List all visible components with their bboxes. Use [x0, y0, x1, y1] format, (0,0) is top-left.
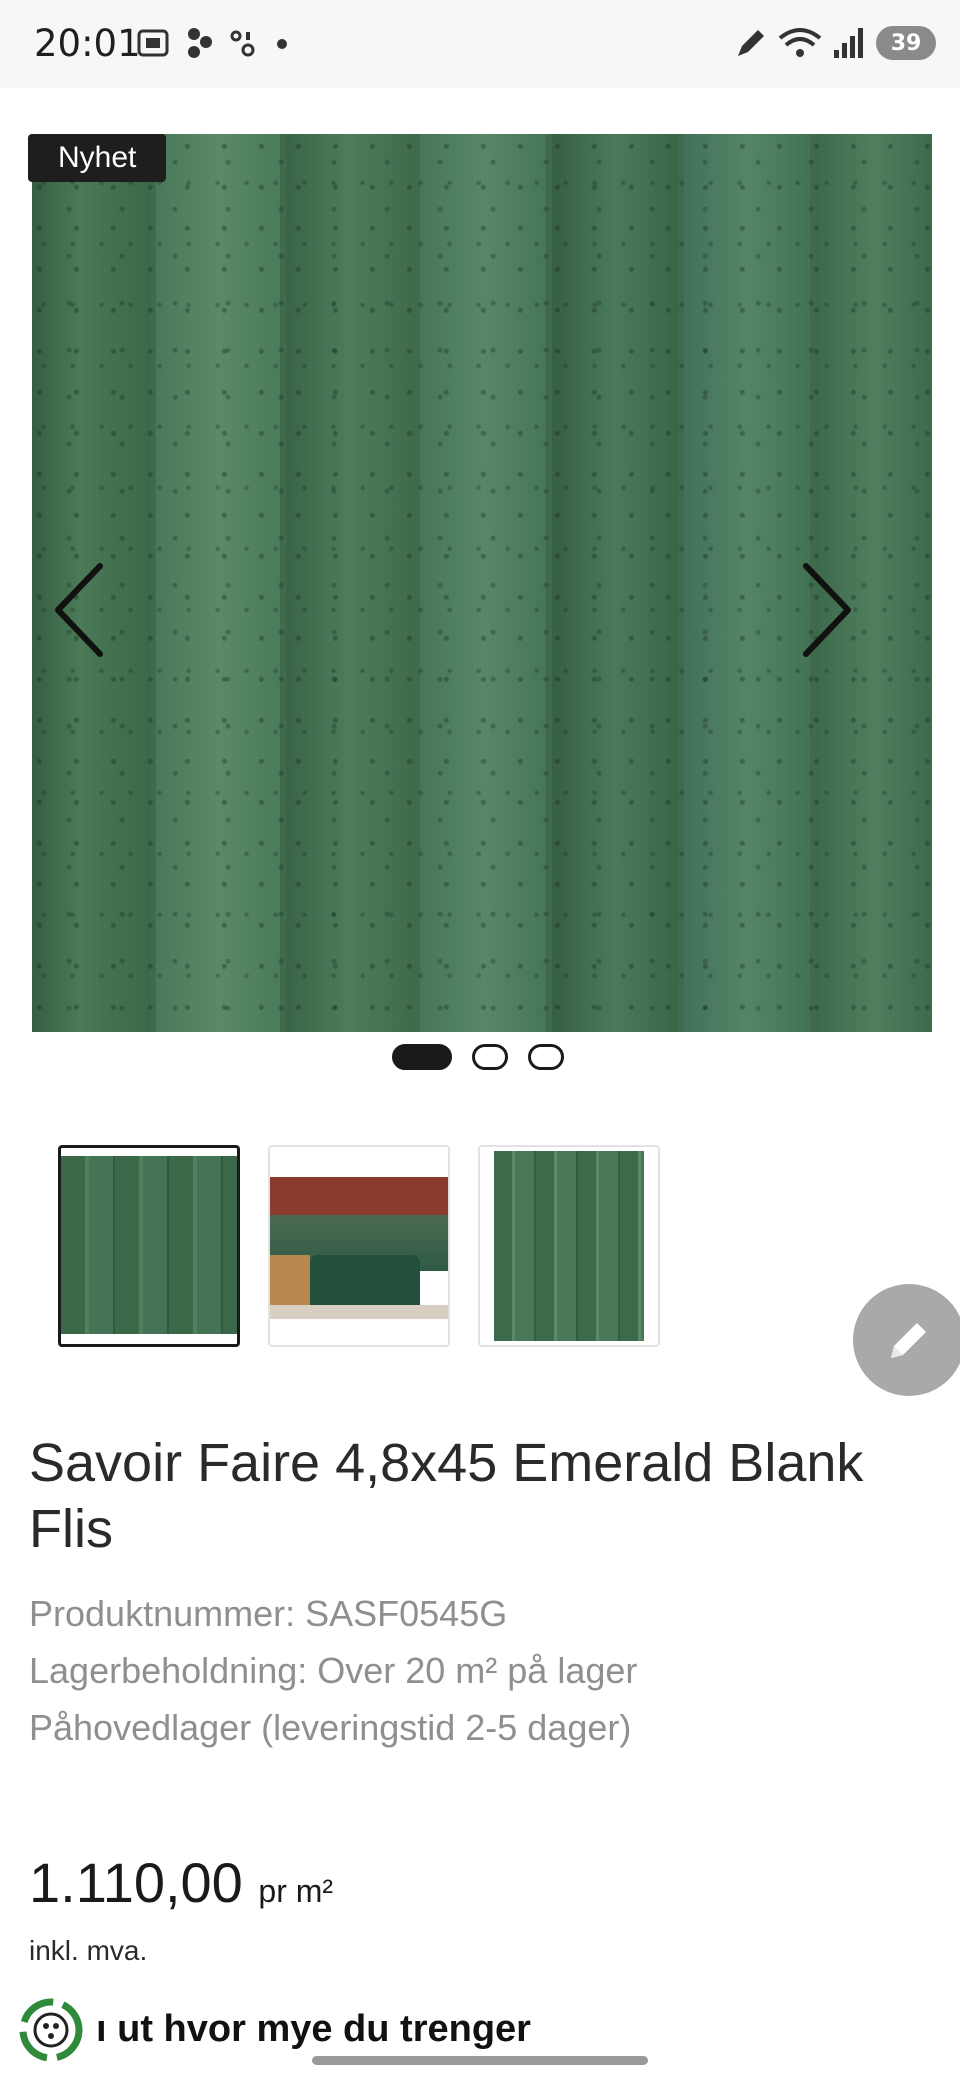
- price: 1.110,00 pr m²: [29, 1850, 333, 1915]
- stock-status: Lagerbeholdning: Over 20 m² på lager: [29, 1650, 638, 1691]
- thumbnail-strip: [58, 1145, 660, 1347]
- signal-icon: [834, 28, 863, 58]
- app-icon: [230, 30, 255, 57]
- status-bar: 20:01 39: [0, 0, 960, 88]
- home-indicator: [312, 2056, 648, 2065]
- battery-icon: 39: [876, 26, 936, 60]
- chevron-left-icon[interactable]: [50, 560, 110, 660]
- app-icon: [188, 28, 212, 58]
- gallery-pagination: [392, 1044, 564, 1070]
- kitchen-counter: [270, 1255, 310, 1305]
- price-value: 1.110,00: [29, 1851, 243, 1914]
- thumbnail-kitchen-interior[interactable]: [268, 1145, 450, 1347]
- thumbnail-image: [494, 1151, 644, 1341]
- pagination-dot[interactable]: [528, 1044, 564, 1070]
- calculator-row[interactable]: ı ut hvor mye du trenger: [0, 1990, 960, 2080]
- wifi-icon: [778, 28, 822, 57]
- thumbnail-image: [61, 1156, 237, 1334]
- kitchen-wall: [270, 1177, 448, 1215]
- pen-icon: [738, 30, 764, 56]
- dot-icon: [277, 39, 287, 49]
- pagination-dot[interactable]: [472, 1044, 508, 1070]
- thumbnail-green-tile-closeup[interactable]: [58, 1145, 240, 1347]
- warehouse-info: Påhovedlager (leveringstid 2-5 dager): [29, 1707, 632, 1748]
- product-meta: Produktnummer: SASF0545G Lagerbeholdning…: [29, 1585, 637, 1756]
- chevron-right-icon[interactable]: [796, 560, 856, 660]
- edit-button[interactable]: [853, 1284, 960, 1396]
- vat-note: inkl. mva.: [29, 1935, 148, 1966]
- pagination-dot[interactable]: [392, 1044, 452, 1070]
- product-title: Savoir Faire 4,8x45 Emerald Blank Flis: [29, 1433, 864, 1559]
- screenshot-icon: [137, 29, 169, 57]
- recycle-calculator-icon[interactable]: [17, 1996, 85, 2064]
- thumbnail-green-tile-full[interactable]: [478, 1145, 660, 1347]
- status-icons-right: 39: [734, 26, 936, 60]
- price-unit: pr m²: [258, 1873, 334, 1909]
- status-icons-left: [136, 26, 292, 60]
- pencil-icon: [891, 1323, 926, 1358]
- status-time: 20:01: [34, 22, 141, 65]
- calculator-label[interactable]: ı ut hvor mye du trenger: [96, 2008, 531, 2051]
- product-number: Produktnummer: SASF0545G: [29, 1593, 508, 1634]
- kitchen-island: [310, 1255, 420, 1305]
- new-badge: Nyhet: [28, 134, 167, 182]
- kitchen-floor: [270, 1305, 448, 1319]
